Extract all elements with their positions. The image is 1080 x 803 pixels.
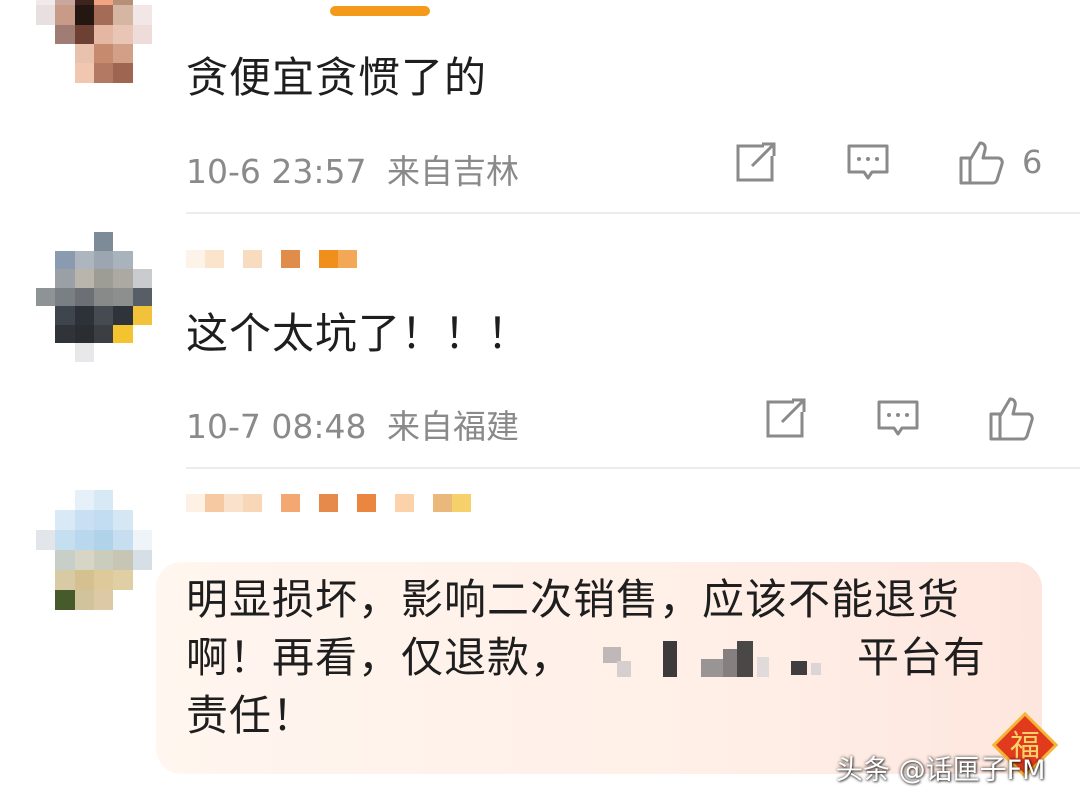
drag-handle[interactable]: [330, 6, 430, 16]
share-icon: [736, 142, 776, 182]
username-mosaic: [186, 250, 357, 286]
comment-text-part: 平台有: [857, 633, 987, 682]
divider: [186, 212, 1080, 214]
like-icon: [959, 141, 1004, 185]
comment-time: 10-7 08:48: [186, 407, 367, 446]
watermark: 头条 @话匣子FM: [836, 755, 1046, 786]
like-count: 6: [1022, 143, 1043, 181]
avatar[interactable]: [36, 0, 152, 102]
comment-text-line1: 明显损坏，影响二次销售，应该不能退货: [186, 575, 961, 624]
comment-text-part: 啊！再看，仅退款，: [186, 633, 574, 682]
comment-time: 10-6 23:57: [186, 152, 367, 191]
comment-text: 贪便宜贪惯了的: [186, 53, 488, 102]
avatar[interactable]: [36, 232, 152, 362]
like-button[interactable]: 6: [958, 138, 1042, 186]
comment-icon: [877, 400, 919, 436]
comment-text-line3: 责任！: [186, 691, 316, 740]
divider: [186, 467, 1080, 469]
comment-meta: 10-6 23:57 来自吉林: [186, 145, 519, 193]
comment-location: 来自吉林: [387, 152, 519, 191]
comment-text-line2: 啊！再看，仅退款， 平台有: [186, 630, 986, 686]
username-mosaic: [186, 494, 471, 532]
like-icon: [989, 397, 1034, 441]
reply-button[interactable]: [876, 398, 920, 442]
censored-text: [573, 640, 822, 681]
reply-button[interactable]: [846, 142, 890, 186]
avatar[interactable]: [36, 490, 152, 610]
share-button[interactable]: [734, 142, 778, 184]
comment-text: 这个太坑了！！！: [186, 309, 531, 358]
comment-meta: 10-7 08:48 来自福建: [186, 400, 519, 448]
share-icon: [766, 398, 806, 438]
like-button[interactable]: [988, 394, 1036, 442]
comment-icon: [847, 144, 889, 180]
comment-location: 来自福建: [387, 407, 519, 446]
share-button[interactable]: [764, 398, 808, 440]
